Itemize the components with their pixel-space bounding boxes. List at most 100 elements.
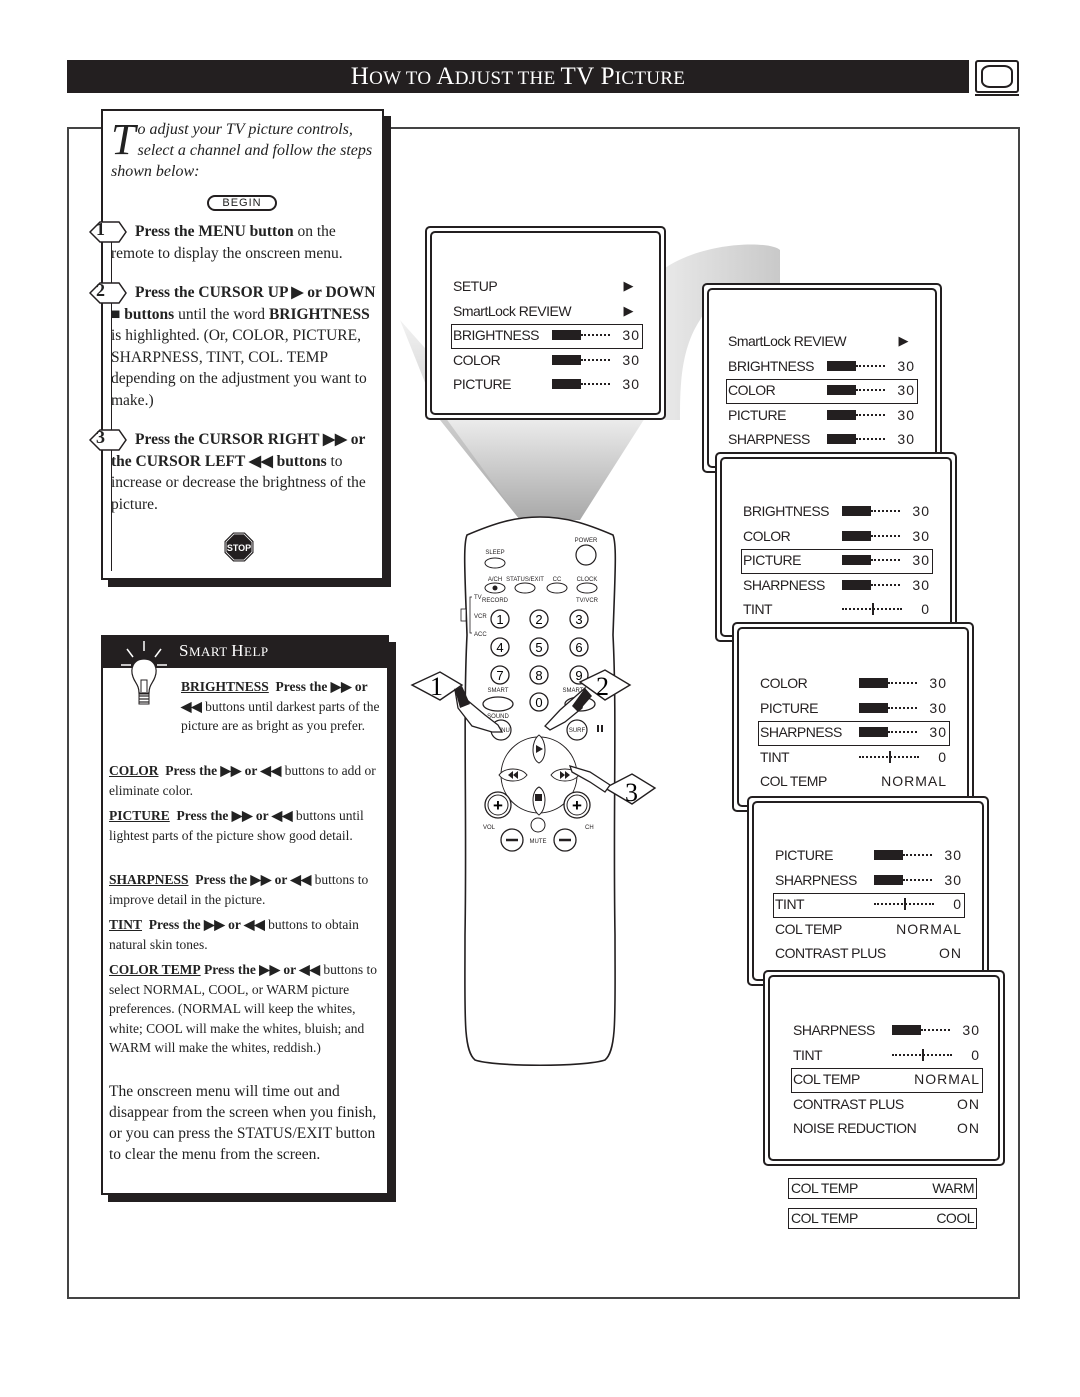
vcr-mode-label: VCR <box>474 614 487 620</box>
digit-label: 5 <box>535 640 542 655</box>
menu-row-col-temp[interactable]: COL TEMP NORMAL <box>791 1068 983 1093</box>
tv-screen-3: BRIGHTNESS 30 COLOR 30 PICTURE 30 SHARPNESS 30 T… <box>715 452 957 642</box>
menu-row-picture[interactable]: PICTURE 30 <box>773 844 965 869</box>
menu-row-smartlock-review[interactable]: SmartLock REVIEW ▶ <box>451 300 643 325</box>
tv-screen-5: PICTURE 30 SHARPNESS 30 TINT 0 COL TEMP NORMAL C… <box>747 796 989 986</box>
clock-button[interactable] <box>576 582 598 594</box>
onscreen-menu: PICTURE 30 SHARPNESS 30 TINT 0 COL TEMP NORMAL C… <box>773 844 965 967</box>
menu-row-sharpness[interactable]: SHARPNESS 30 <box>773 869 965 894</box>
help-item-brightness: BRIGHTNESS Press the ▶▶ or ◀◀ buttons un… <box>181 679 380 733</box>
col-temp-option-cool: COL TEMP COOL <box>788 1208 977 1229</box>
menu-row-smartlock-review[interactable]: SmartLock REVIEW ▶ <box>726 330 918 355</box>
menu-row-contrast-plus[interactable]: CONTRAST PLUS ON <box>773 942 965 967</box>
menu-row-picture[interactable]: PICTURE 30 <box>451 373 643 398</box>
menu-row-value: 0 <box>938 748 947 765</box>
menu-row-label: SHARPNESS <box>775 871 857 888</box>
status-exit-button[interactable] <box>514 582 536 594</box>
menu-row-tint[interactable]: TINT 0 <box>791 1044 983 1069</box>
acc-mode-label: ACC <box>474 632 487 638</box>
onscreen-menu: SHARPNESS 30 TINT 0 COL TEMP NORMAL CONTRAST P… <box>791 1019 983 1142</box>
menu-row-value: 30 <box>897 406 915 423</box>
menu-row-contrast-plus[interactable]: CONTRAST PLUS ON <box>791 1093 983 1118</box>
svg-text:3: 3 <box>625 778 638 807</box>
menu-row-color[interactable]: COLOR 30 <box>451 349 643 374</box>
menu-row-label: TINT <box>775 896 805 913</box>
menu-row-label: SmartLock REVIEW <box>453 302 572 319</box>
menu-row-color[interactable]: COLOR 30 <box>741 525 933 550</box>
menu-row-label: SHARPNESS <box>743 576 825 593</box>
menu-row-label: PICTURE <box>760 699 818 716</box>
menu-row-color[interactable]: COLOR 30 <box>758 672 950 697</box>
tint-marker <box>922 1048 924 1061</box>
menu-row-label: PICTURE <box>743 552 801 569</box>
help-item-color: COLOR Press the ▶▶ or ◀◀ buttons to add … <box>109 763 376 798</box>
menu-row-label: BRIGHTNESS <box>728 357 815 374</box>
level-bar-fill <box>827 385 856 396</box>
menu-row-value: 30 <box>944 847 962 863</box>
level-bar-track <box>856 413 885 416</box>
menu-row-picture[interactable]: PICTURE 30 <box>758 697 950 722</box>
menu-row-sharpness[interactable]: SHARPNESS 30 <box>741 574 933 599</box>
menu-row-label: BRIGHTNESS <box>743 503 830 519</box>
level-bar-fill <box>874 850 903 860</box>
menu-row-label: CONTRAST PLUS <box>793 1095 904 1112</box>
callout-3: 3 <box>568 765 657 807</box>
menu-row-value: ON <box>957 1120 980 1137</box>
menu-row-tint[interactable]: TINT 0 <box>741 598 933 623</box>
level-bar-track <box>581 334 610 337</box>
menu-row-value: 30 <box>912 576 930 593</box>
menu-row-brightness[interactable]: BRIGHTNESS 30 <box>726 355 918 380</box>
power-button[interactable] <box>575 544 597 566</box>
menu-row-color[interactable]: COLOR 30 <box>726 379 918 404</box>
level-bar-fill <box>859 727 888 738</box>
callouts-overlay: 1 2 3 <box>410 669 657 807</box>
menu-row-label: CONTRAST PLUS <box>775 945 886 962</box>
level-bar-track <box>581 358 610 361</box>
mute-button[interactable] <box>530 817 546 833</box>
menu-row-value: 0 <box>921 601 930 618</box>
menu-row-brightness[interactable]: BRIGHTNESS 30 <box>451 324 643 349</box>
menu-row-col-temp[interactable]: COL TEMP NORMAL <box>758 770 950 795</box>
callout-2: 2 <box>544 669 632 731</box>
level-bar-track <box>871 559 900 562</box>
menu-row-label: SHARPNESS <box>760 724 842 741</box>
menu-row-value: 30 <box>944 871 962 888</box>
level-bar-track <box>871 583 900 586</box>
help-item-sharpness: SHARPNESS Press the ▶▶ or ◀◀ buttons to … <box>109 872 369 907</box>
menu-row-label: SHARPNESS <box>728 431 810 448</box>
sleep-button[interactable] <box>484 557 506 569</box>
smart-help-title: SMART HELP <box>179 641 269 660</box>
svg-text:STOP: STOP <box>227 543 251 553</box>
menu-row-noise-reduction[interactable]: NOISE REDUCTION ON <box>791 1117 983 1142</box>
digit-label: 1 <box>496 612 503 627</box>
menu-row-setup[interactable]: SETUP ▶ <box>451 275 643 300</box>
level-bar-fill <box>842 530 871 541</box>
menu-row-col-temp[interactable]: COL TEMP NORMAL <box>773 918 965 943</box>
menu-row-value: 30 <box>897 357 915 374</box>
level-bar-track <box>856 438 885 441</box>
menu-row-sharpness[interactable]: SHARPNESS 30 <box>726 428 918 453</box>
menu-row-brightness[interactable]: BRIGHTNESS 30 <box>741 500 933 525</box>
clock-label: CLOCK <box>577 577 598 583</box>
menu-row-sharpness[interactable]: SHARPNESS 30 <box>758 721 950 746</box>
menu-row-tint[interactable]: TINT 0 <box>758 746 950 771</box>
menu-row-label: COL TEMP <box>760 773 827 790</box>
tint-marker <box>889 750 891 763</box>
level-bar-track <box>903 854 932 856</box>
menu-row-tint[interactable]: TINT 0 <box>773 893 965 918</box>
status-exit-label: STATUS/EXIT <box>506 577 544 583</box>
menu-row-label: PICTURE <box>453 376 511 393</box>
cc-button[interactable] <box>546 582 568 594</box>
level-bar-fill <box>892 1025 921 1035</box>
menu-row-value: 30 <box>912 503 930 519</box>
menu-row-picture[interactable]: PICTURE 30 <box>726 404 918 429</box>
page-title: HOW TO ADJUST THE TV PICTURE <box>67 60 969 93</box>
projection-beam <box>440 410 650 520</box>
ach-label: A/CH <box>488 577 502 583</box>
power-label: POWER <box>575 538 598 544</box>
menu-row-label: TINT <box>793 1046 823 1063</box>
menu-row-picture[interactable]: PICTURE 30 <box>741 549 933 574</box>
menu-row-value: 30 <box>622 351 640 368</box>
menu-row-sharpness[interactable]: SHARPNESS 30 <box>791 1019 983 1044</box>
onscreen-menu: COLOR 30 PICTURE 30 SHARPNESS 30 TINT 0 COL TEMP… <box>758 672 950 795</box>
